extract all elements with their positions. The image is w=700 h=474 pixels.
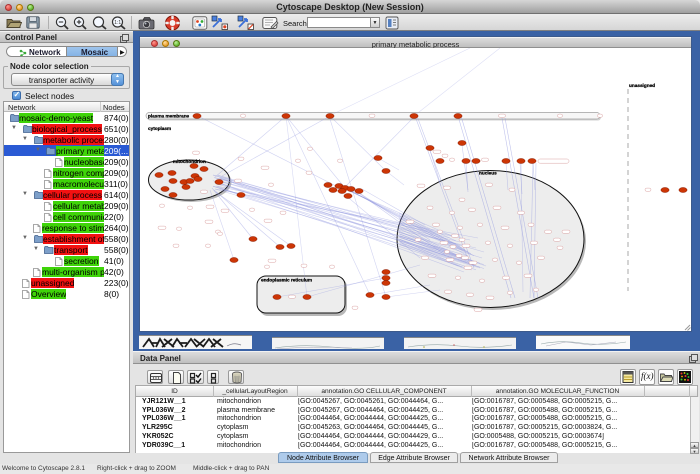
svg-text:endoplasmic reticulum: endoplasmic reticulum xyxy=(261,278,312,283)
svg-text:cytoplasm: cytoplasm xyxy=(148,126,171,131)
svg-text:plasma membrane: plasma membrane xyxy=(148,114,190,119)
svg-text:1:1: 1:1 xyxy=(114,20,121,26)
svg-text:unassigned: unassigned xyxy=(629,83,655,88)
svg-text:mitochondrion: mitochondrion xyxy=(173,159,206,164)
svg-text:nucleus: nucleus xyxy=(479,171,497,176)
